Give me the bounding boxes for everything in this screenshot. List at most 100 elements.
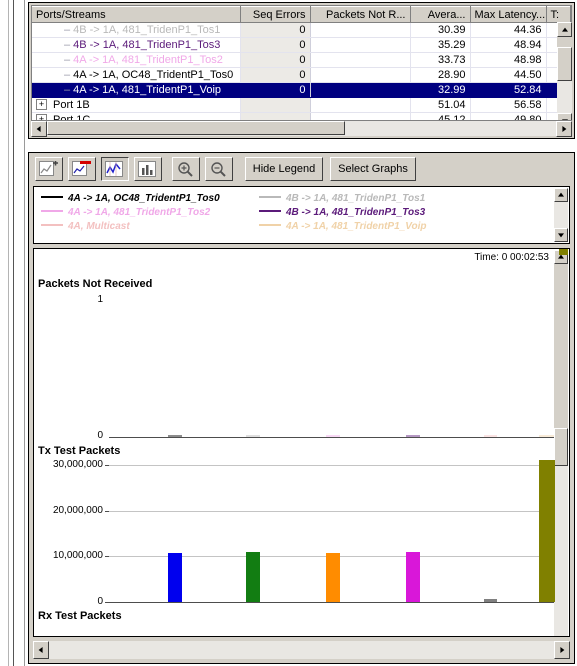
expander-icon[interactable]: + — [36, 99, 47, 110]
cell-avera: 28.90 — [410, 67, 471, 83]
cell-max-latency: 44.50 — [470, 67, 547, 83]
legend-color-swatch — [259, 210, 281, 212]
app-window: Ports/Streams Seq Errors Packets Not R... A… — [0, 0, 577, 666]
add-graph-icon[interactable] — [35, 157, 63, 181]
bar-5[interactable] — [539, 460, 555, 602]
cell-ports-streams: + Port 1B — [32, 97, 241, 113]
cell-avera: 35.29 — [410, 37, 471, 53]
legend-item[interactable]: 4A -> 1A, 481_TridentP1_Tos2 — [41, 206, 210, 219]
column-header-4[interactable]: Max Latency... — [470, 6, 547, 23]
plots-vscroll-thumb[interactable] — [554, 428, 568, 466]
time-label: Time: 0 00:02:53 — [474, 252, 549, 263]
table-row[interactable]: –4A -> 1A, OC48_TridentP1_Tos0 0 28.90 44.5… — [32, 67, 571, 83]
y-tick-label: 10,000,000 — [52, 550, 103, 562]
legend-box: 4A -> 1A, OC48_TridentP1_Tos0 4B -> 1A, 4… — [33, 186, 570, 244]
legend-color-swatch — [41, 210, 63, 212]
tree-branch-icon: – — [64, 24, 71, 36]
plots-viewport: Time: 0 00:02:53 Packets Not Received 1 0 T… — [33, 248, 570, 637]
tree-branch-icon: – — [64, 69, 71, 81]
row-label: 4B -> 1A, 481_TridenP1_Tos1 — [73, 24, 221, 36]
table-row[interactable]: –4A -> 1A, 481_TridentP1_Tos2 0 33.73 48.98 — [32, 52, 571, 68]
graph-scroll-right-button[interactable] — [554, 641, 570, 659]
graph-scroll-left-button[interactable] — [33, 641, 49, 659]
ports-streams-grid-panel: Ports/Streams Seq Errors Packets Not R... A… — [28, 2, 575, 139]
plots-vertical-scrollbar[interactable] — [554, 250, 568, 636]
cell-avera: 32.99 — [410, 82, 471, 98]
column-header-1[interactable]: Seq Errors — [240, 6, 311, 23]
graph-panel: Hide Legend Select Graphs 4A -> 1A, OC48_… — [28, 152, 575, 664]
cell-packets-not-r — [310, 52, 411, 68]
ports-streams-grid[interactable]: Ports/Streams Seq Errors Packets Not R... A… — [31, 5, 572, 136]
remove-graph-icon[interactable] — [68, 157, 96, 181]
plots-vscroll-track[interactable] — [554, 428, 568, 636]
bar-3[interactable] — [406, 552, 420, 602]
bar-graph-icon[interactable] — [134, 157, 162, 181]
cell-max-latency: 44.36 — [470, 22, 547, 38]
cell-avera: 33.73 — [410, 52, 471, 68]
graph-hscroll-track[interactable] — [49, 641, 554, 659]
legend-item[interactable]: 4A, Multicast — [41, 220, 130, 233]
legend-item[interactable]: 4A -> 1A, OC48_TridentP1_Tos0 — [41, 192, 220, 205]
legend-scroll-down-button[interactable] — [554, 228, 568, 242]
tree-branch-icon: – — [64, 84, 71, 96]
zoom-out-icon[interactable] — [205, 157, 233, 181]
table-row[interactable]: –4B -> 1A, 481_TridenP1_Tos3 0 35.29 48.94 — [32, 37, 571, 53]
cell-seq-errors: 0 — [240, 67, 311, 83]
page-rule-right — [24, 0, 25, 666]
table-row[interactable]: –4B -> 1A, 481_TridenP1_Tos1 0 30.39 44.36 — [32, 22, 571, 38]
legend-item-label: 4A -> 1A, 481_TridentP1_Voip — [286, 221, 427, 232]
hide-legend-button[interactable]: Hide Legend — [245, 157, 323, 181]
plot-title-packets-not-received: Packets Not Received — [38, 278, 153, 290]
graph-horizontal-scrollbar[interactable] — [33, 641, 570, 659]
grid-hscroll-thumb[interactable] — [47, 121, 345, 135]
column-header-2[interactable]: Packets Not R... — [310, 6, 411, 23]
column-header-5[interactable]: T: — [546, 6, 571, 23]
grid-vertical-scrollbar[interactable] — [557, 22, 572, 128]
page-rule-left — [8, 0, 9, 666]
cell-packets-not-r — [310, 82, 411, 98]
grid-scroll-up-button[interactable] — [557, 22, 572, 37]
bar-1[interactable] — [246, 552, 260, 602]
cell-ports-streams: –4A -> 1A, OC48_TridentP1_Tos0 — [32, 67, 241, 83]
graph-toolbar: Hide Legend Select Graphs — [33, 157, 570, 183]
select-graphs-button[interactable]: Select Graphs — [330, 157, 416, 181]
y-tick-label: 1 — [97, 294, 103, 305]
legend-item[interactable]: 4B -> 1A, 481_TridenP1_Tos1 — [259, 192, 425, 205]
plots-canvas[interactable]: Time: 0 00:02:53 Packets Not Received 1 0 T… — [35, 250, 555, 635]
legend-item-label: 4B -> 1A, 481_TridenP1_Tos3 — [286, 207, 426, 218]
grid-vscroll-track[interactable] — [557, 47, 572, 113]
zoom-in-icon[interactable] — [172, 157, 200, 181]
legend-scroll-up-button[interactable] — [554, 188, 568, 202]
bar-0[interactable] — [168, 552, 182, 602]
series-point — [168, 435, 182, 437]
legend-color-swatch — [259, 224, 281, 226]
table-row[interactable]: + Port 1B 51.04 56.58 — [32, 97, 571, 113]
legend-item[interactable]: 4B -> 1A, 481_TridenP1_Tos3 — [259, 206, 425, 219]
series-point — [406, 435, 420, 437]
bar-2[interactable] — [326, 552, 340, 602]
row-label: Port 1B — [53, 99, 90, 111]
grid-horizontal-scrollbar[interactable] — [31, 120, 572, 137]
tree-branch-icon: – — [64, 39, 71, 51]
legend-vscroll-track[interactable] — [554, 202, 568, 228]
legend-color-swatch — [41, 224, 63, 226]
cell-ports-streams: –4B -> 1A, 481_TridenP1_Tos1 — [32, 22, 241, 38]
plot-title-tx-test-packets: Tx Test Packets — [38, 445, 121, 457]
plot-title-rx-test-packets: Rx Test Packets — [38, 610, 122, 622]
grid-hscroll-track[interactable] — [47, 121, 556, 136]
column-header-3[interactable]: Avera... — [410, 6, 471, 23]
row-label: 4A -> 1A, 481_TridentP1_Voip — [73, 84, 222, 96]
legend-vertical-scrollbar[interactable] — [554, 188, 568, 242]
grid-vscroll-thumb[interactable] — [557, 47, 572, 81]
table-row[interactable]: –4A -> 1A, 481_TridentP1_Voip 0 32.99 52.84 — [32, 82, 571, 98]
tx-bar-overflow-marker — [559, 249, 568, 255]
column-header-0[interactable]: Ports/Streams — [32, 6, 241, 23]
cell-ports-streams: –4A -> 1A, 481_TridentP1_Tos2 — [32, 52, 241, 68]
line-graph-icon[interactable] — [101, 157, 129, 181]
legend-item[interactable]: 4A -> 1A, 481_TridentP1_Voip — [259, 220, 427, 233]
grid-scroll-left-button[interactable] — [31, 121, 47, 137]
cell-packets-not-r — [310, 37, 411, 53]
grid-scroll-right-button[interactable] — [556, 121, 572, 137]
tree-branch-icon: – — [64, 54, 71, 66]
bar-4[interactable] — [483, 598, 497, 602]
